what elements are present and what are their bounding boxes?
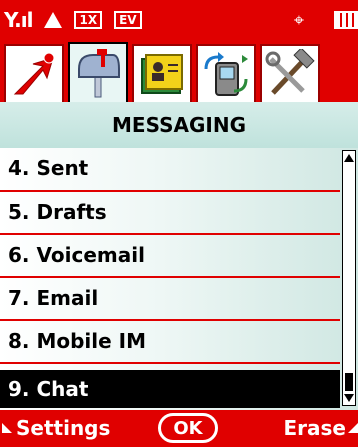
network-ev-indicator: EV: [114, 11, 142, 29]
right-corner-icon: [348, 423, 358, 433]
messaging-menu-list: 4. Sent 5. Drafts 6. Voicemail 7. Email …: [0, 148, 358, 410]
roaming-triangle-icon: [44, 12, 63, 28]
tab-phone-sync[interactable]: [196, 44, 256, 102]
location-icon: ⌖: [293, 9, 304, 31]
divider: [0, 362, 340, 364]
menu-tab-strip: [0, 40, 358, 102]
tab-arrow[interactable]: [4, 44, 64, 102]
signal-strength: Y.ıl: [4, 8, 34, 32]
scroll-down-arrow-icon[interactable]: [344, 394, 354, 402]
mailbox-icon: [78, 49, 120, 98]
menu-item-chat[interactable]: 9. Chat: [0, 370, 340, 408]
scroll-up-arrow-icon[interactable]: [344, 154, 354, 162]
status-bar: Y.ıl 1X EV ⌖: [0, 0, 358, 40]
tab-tools[interactable]: [260, 44, 320, 102]
contacts-book-icon: [141, 54, 183, 94]
softkey-bar: Settings OK Erase: [0, 410, 358, 447]
menu-item-drafts[interactable]: 5. Drafts: [0, 192, 340, 232]
scrollbar[interactable]: [342, 150, 356, 406]
tab-messaging[interactable]: [68, 42, 128, 102]
menu-title: MESSAGING: [0, 102, 358, 148]
left-corner-icon: [2, 423, 12, 433]
erase-softkey-label: Erase: [283, 416, 347, 440]
menu-item-voicemail[interactable]: 6. Voicemail: [0, 235, 340, 275]
scroll-thumb[interactable]: [345, 373, 353, 391]
phone-sync-icon: [204, 52, 248, 96]
settings-softkey[interactable]: Settings: [2, 416, 110, 440]
network-1x-indicator: 1X: [74, 11, 103, 29]
ok-button[interactable]: OK: [158, 413, 218, 443]
menu-item-email[interactable]: 7. Email: [0, 278, 340, 318]
erase-softkey[interactable]: Erase: [284, 416, 358, 440]
battery-icon: [334, 11, 358, 29]
tools-icon: [265, 49, 315, 95]
arrow-icon: [13, 52, 55, 95]
tab-contacts[interactable]: [132, 44, 192, 102]
menu-item-sent[interactable]: 4. Sent: [0, 148, 340, 188]
menu-item-mobile-im[interactable]: 8. Mobile IM: [0, 321, 340, 361]
settings-softkey-label: Settings: [16, 416, 111, 440]
